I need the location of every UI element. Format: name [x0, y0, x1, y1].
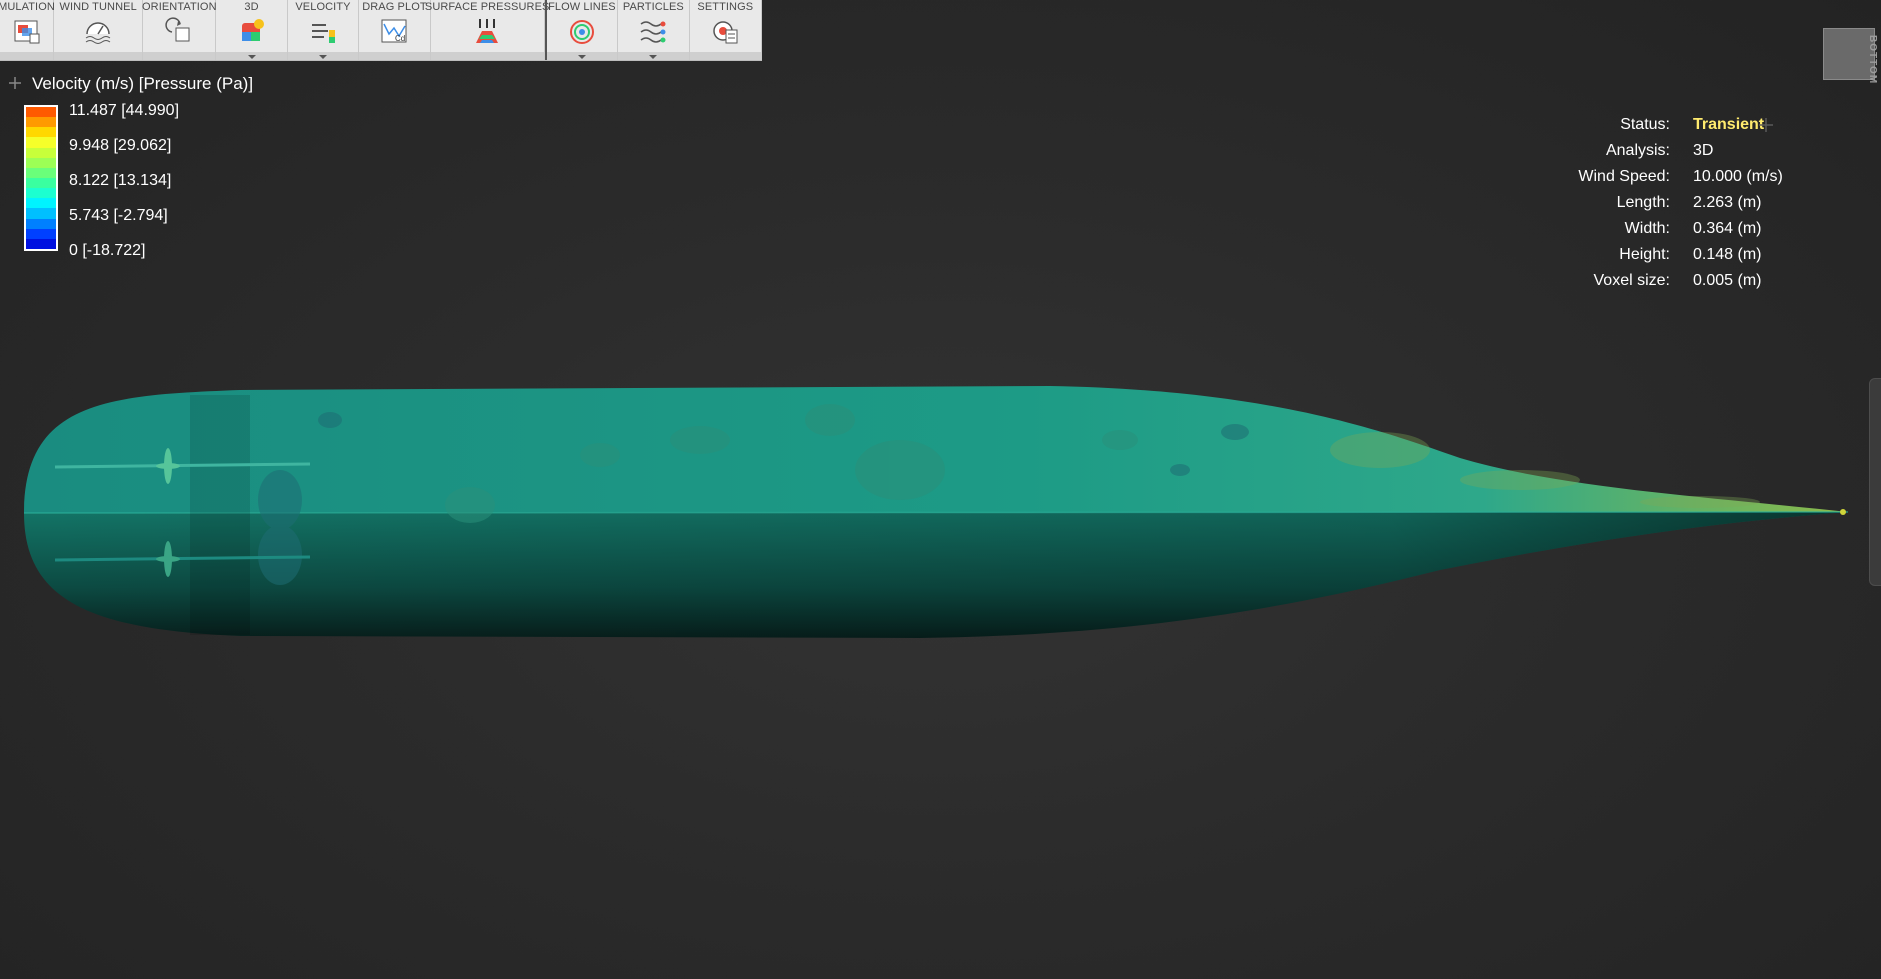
- toolbar-label: VELOCITY: [295, 1, 351, 13]
- toolbar-wind-tunnel[interactable]: WIND TUNNEL: [54, 0, 144, 60]
- toolbar-label: MULATION: [0, 1, 55, 13]
- legend-color-band: [26, 218, 56, 229]
- legend-color-band: [26, 228, 56, 239]
- settings-icon: [713, 21, 738, 44]
- analysis-value: 3D: [1693, 142, 1714, 159]
- length-value: 2.263 (m): [1693, 194, 1762, 211]
- legend-color-band: [26, 137, 56, 148]
- simulation-icon: [14, 20, 39, 44]
- legend-color-band: [26, 198, 56, 209]
- legend-color-band: [26, 177, 56, 189]
- analysis-label: Analysis:: [1605, 142, 1670, 159]
- toolbar-label: PARTICLES: [622, 1, 684, 13]
- legend-color-band: [26, 167, 56, 178]
- status-label: Status:: [1620, 116, 1670, 133]
- legend-color-band: [26, 157, 56, 168]
- velocity-icon: [311, 24, 335, 43]
- width-value: 0.364 (m): [1693, 220, 1762, 237]
- toolbar-label: 3D: [244, 1, 259, 13]
- status-value: Transient: [1693, 116, 1765, 133]
- legend-tick-label: 9.948 [29.062]: [69, 137, 172, 154]
- legend-tick-label: 5.743 [-2.794]: [69, 207, 168, 224]
- toolbar-surface-pressures[interactable]: SURFACE PRESSURES: [425, 0, 549, 60]
- orientation-icon: [165, 17, 190, 42]
- toolbar-label: SETTINGS: [697, 1, 754, 13]
- 3d-dropdown-icon[interactable]: [247, 55, 256, 59]
- flow-lines-dropdown-icon[interactable]: [577, 55, 586, 59]
- view-cube-face-label: BOTTOM: [1867, 35, 1878, 85]
- move-handle-icon[interactable]: [8, 76, 22, 90]
- toolbar-label: ORIENTATION: [142, 1, 217, 13]
- height-value: 0.148 (m): [1693, 246, 1762, 263]
- legend-tick-label: 0 [-18.722]: [69, 242, 146, 259]
- toolbar-label: WIND TUNNEL: [59, 1, 137, 13]
- legend-color-band: [26, 107, 56, 118]
- height-label: Height:: [1619, 246, 1670, 263]
- toolbar-label: FLOW LINES: [548, 1, 616, 13]
- legend-color-band: [26, 188, 56, 199]
- voxel-size-value: 0.005 (m): [1693, 272, 1762, 289]
- legend-color-band: [26, 208, 56, 219]
- toolbar-orientation[interactable]: ORIENTATION: [142, 0, 217, 60]
- legend-color-band: [26, 127, 56, 138]
- 3d-icon: [241, 19, 264, 41]
- toolbar-label: DRAG PLOT: [362, 1, 427, 13]
- legend-title: Velocity (m/s) [Pressure (Pa)]: [32, 74, 254, 93]
- surface-pressures-icon: [476, 19, 499, 43]
- toolbar-label: SURFACE PRESSURES: [424, 1, 550, 13]
- toolbar-flow-lines[interactable]: FLOW LINES: [546, 0, 619, 60]
- wind-speed-value: 10.000 (m/s): [1693, 168, 1783, 185]
- ribbon-toolbar: MULATION WIND TUNNEL ORIENTATION 3D VELO…: [0, 0, 763, 61]
- toolbar-velocity[interactable]: VELOCITY: [287, 0, 360, 60]
- width-label: Width:: [1624, 220, 1670, 237]
- wind-tunnel-icon: [85, 22, 111, 44]
- svg-text:Cd: Cd: [395, 34, 405, 43]
- view-cube[interactable]: BOTTOM: [1823, 28, 1878, 84]
- flow-lines-icon: [569, 20, 594, 44]
- drag-plot-icon: Cd: [381, 19, 407, 43]
- length-label: Length:: [1616, 194, 1670, 211]
- legend-color-band: [26, 117, 56, 128]
- velocity-dropdown-icon[interactable]: [318, 55, 327, 59]
- legend-color-bar: [24, 105, 58, 251]
- hull-model-3d-view[interactable]: [0, 360, 1881, 660]
- legend-tick-label: 8.122 [13.134]: [69, 172, 172, 189]
- legend-tick-label: 11.487 [44.990]: [69, 102, 180, 119]
- toolbar-particles[interactable]: PARTICLES: [618, 0, 690, 60]
- toolbar-drag-plot[interactable]: DRAG PLOT Cd: [359, 0, 431, 60]
- voxel-size-label: Voxel size:: [1593, 272, 1670, 289]
- toolbar-3d[interactable]: 3D: [216, 0, 288, 60]
- particles-dropdown-icon[interactable]: [649, 55, 658, 59]
- wind-speed-label: Wind Speed:: [1578, 168, 1670, 185]
- toolbar-settings[interactable]: SETTINGS: [689, 0, 763, 60]
- info-move-handle-icon[interactable]: [1758, 117, 1774, 133]
- particles-icon: [640, 21, 666, 43]
- toolbar-simulation[interactable]: MULATION: [0, 0, 55, 60]
- legend-color-band: [26, 238, 56, 249]
- legend-color-band: [26, 147, 56, 158]
